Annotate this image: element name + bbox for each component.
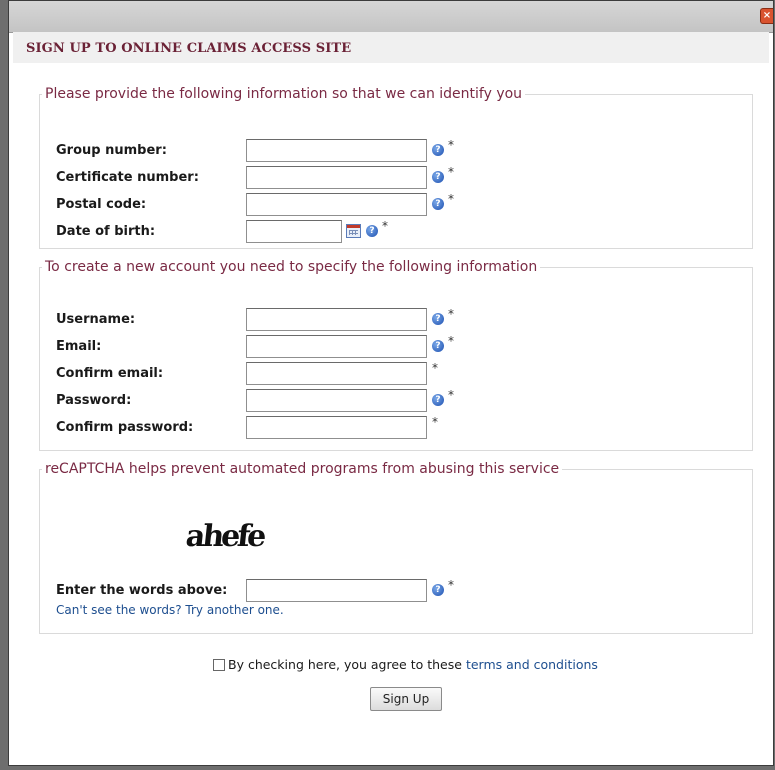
confirm-password-input[interactable]	[246, 416, 427, 439]
username-label: Username:	[56, 312, 136, 327]
date-of-birth-row: Date of birth: ? *	[40, 219, 752, 244]
confirm-password-row: Confirm password: *	[40, 415, 752, 440]
captcha-label: Enter the words above:	[56, 583, 228, 598]
required-mark: *	[448, 307, 454, 321]
terms-checkbox[interactable]	[213, 659, 225, 671]
password-label: Password:	[56, 393, 132, 408]
title-bar: ×	[9, 1, 773, 33]
username-input[interactable]	[246, 308, 427, 331]
confirm-email-input[interactable]	[246, 362, 427, 385]
required-mark: *	[448, 388, 454, 402]
signup-dialog: × SIGN UP TO ONLINE CLAIMS ACCESS SITE P…	[8, 0, 774, 766]
account-section: To create a new account you need to spec…	[39, 259, 753, 451]
confirm-email-label: Confirm email:	[56, 366, 164, 381]
captcha-image: ahefe	[184, 519, 266, 554]
required-mark: *	[448, 334, 454, 348]
page-title-bar: SIGN UP TO ONLINE CLAIMS ACCESS SITE	[13, 32, 769, 64]
confirm-email-row: Confirm email: *	[40, 361, 752, 386]
username-row: Username: ? *	[40, 307, 752, 332]
terms-text: By checking here, you agree to these	[228, 657, 466, 672]
help-icon[interactable]: ?	[432, 144, 444, 156]
calendar-icon[interactable]	[346, 224, 361, 238]
required-mark: *	[382, 219, 388, 233]
form-content: Please provide the following information…	[13, 63, 769, 761]
certificate-number-row: Certificate number: ? *	[40, 165, 752, 190]
certificate-number-label: Certificate number:	[56, 170, 199, 185]
required-mark: *	[448, 192, 454, 206]
identify-legend: Please provide the following information…	[45, 86, 523, 102]
identify-section: Please provide the following information…	[39, 86, 753, 249]
group-number-label: Group number:	[56, 143, 167, 158]
certificate-number-input[interactable]	[246, 166, 427, 189]
email-row: Email: ? *	[40, 334, 752, 359]
captcha-section: reCAPTCHA helps prevent automated progra…	[39, 461, 753, 634]
close-icon[interactable]: ×	[760, 8, 773, 24]
confirm-password-label: Confirm password:	[56, 420, 194, 435]
email-input[interactable]	[246, 335, 427, 358]
page-title: SIGN UP TO ONLINE CLAIMS ACCESS SITE	[26, 41, 352, 56]
help-icon[interactable]: ?	[366, 225, 378, 237]
required-mark: *	[448, 578, 454, 592]
date-of-birth-input[interactable]	[246, 220, 342, 243]
postal-code-input[interactable]	[246, 193, 427, 216]
help-icon[interactable]: ?	[432, 394, 444, 406]
terms-agreement: By checking here, you agree to these ter…	[213, 657, 598, 672]
sign-up-button[interactable]: Sign Up	[370, 687, 442, 711]
postal-code-label: Postal code:	[56, 197, 147, 212]
group-number-input[interactable]	[246, 139, 427, 162]
group-number-row: Group number: ? *	[40, 138, 752, 163]
terms-link[interactable]: terms and conditions	[466, 657, 598, 672]
captcha-legend: reCAPTCHA helps prevent automated progra…	[45, 461, 560, 477]
required-mark: *	[448, 138, 454, 152]
help-icon[interactable]: ?	[432, 171, 444, 183]
required-mark: *	[432, 361, 438, 375]
email-label: Email:	[56, 339, 102, 354]
help-icon[interactable]: ?	[432, 198, 444, 210]
captcha-row: Enter the words above: ? *	[40, 578, 752, 603]
captcha-retry-link[interactable]: Can't see the words? Try another one.	[56, 603, 284, 617]
help-icon[interactable]: ?	[432, 584, 444, 596]
required-mark: *	[448, 165, 454, 179]
help-icon[interactable]: ?	[432, 340, 444, 352]
date-of-birth-label: Date of birth:	[56, 224, 156, 239]
captcha-input[interactable]	[246, 579, 427, 602]
required-mark: *	[432, 415, 438, 429]
account-legend: To create a new account you need to spec…	[45, 259, 538, 275]
postal-code-row: Postal code: ? *	[40, 192, 752, 217]
password-row: Password: ? *	[40, 388, 752, 413]
password-input[interactable]	[246, 389, 427, 412]
help-icon[interactable]: ?	[432, 313, 444, 325]
